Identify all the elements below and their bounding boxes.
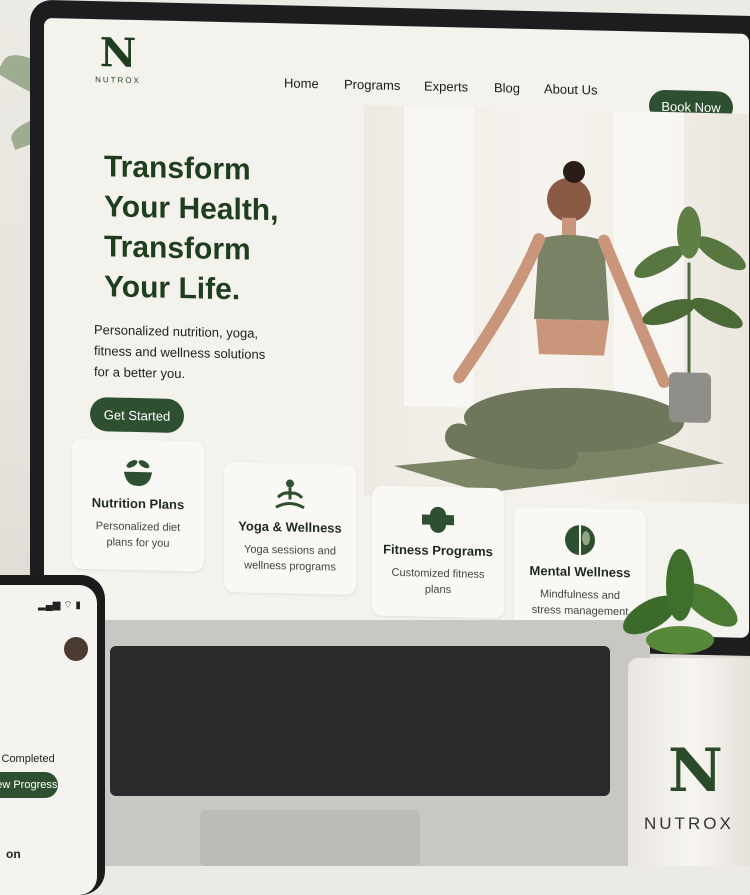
keyboard xyxy=(110,646,610,796)
card-description: Customized fitness plans xyxy=(391,566,485,597)
laptop-base xyxy=(90,620,650,866)
card-title: Yoga & Wellness xyxy=(238,518,342,536)
phone-bottom-text: on xyxy=(6,847,21,861)
phone-screen: ▂▄▆ ⌔ ▮ l Completed View Progress on xyxy=(0,585,97,895)
hero-title-line: Transform xyxy=(104,230,251,267)
card-title: Fitness Programs xyxy=(383,541,493,560)
hero-title-line: Your Life. xyxy=(104,270,241,307)
get-started-button[interactable]: Get Started xyxy=(90,396,184,434)
card-nutrition-plans[interactable]: Nutrition Plans Personalized diet plans … xyxy=(72,438,204,572)
nav-about-us[interactable]: About Us xyxy=(544,81,597,97)
pot-logo-text: NUTROX xyxy=(644,814,734,833)
card-title: Nutrition Plans xyxy=(91,495,185,513)
pot-logo-mark: N xyxy=(668,736,723,806)
card-description: Personalized diet plans for you xyxy=(95,520,181,550)
card-description: Mindfulness and stress management xyxy=(531,588,629,619)
nav-experts[interactable]: Experts xyxy=(424,79,468,95)
trackpad xyxy=(200,810,420,866)
potted-plant-illustration xyxy=(634,206,746,423)
logo-text: NUTROX xyxy=(95,75,141,86)
scene: N NUTROX Home Programs Experts Blog Abou… xyxy=(0,0,750,895)
logo-mark: N xyxy=(99,29,137,78)
hero-title: Transform Your Health, Transform Your Li… xyxy=(104,147,364,313)
nav-programs[interactable]: Programs xyxy=(344,77,400,93)
fitness-icon xyxy=(422,506,454,533)
plant-pot: N NUTROX xyxy=(628,658,750,866)
phone-status-icons: ▂▄▆ ⌔ ▮ xyxy=(38,600,81,611)
phone: ▂▄▆ ⌔ ▮ l Completed View Progress on xyxy=(0,575,105,895)
hero-image xyxy=(364,105,749,504)
brand-logo[interactable]: N NUTROX xyxy=(88,29,148,86)
brain-icon xyxy=(565,525,595,556)
hero-title-line: Transform xyxy=(104,150,251,187)
phone-completed-text: l Completed xyxy=(0,753,55,765)
hero-subtitle-line: for a better you. xyxy=(94,364,186,382)
card-description: Yoga sessions and wellness programs xyxy=(244,543,336,574)
view-progress-button[interactable]: View Progress xyxy=(0,772,58,798)
card-fitness-programs[interactable]: Fitness Programs Customized fitness plan… xyxy=(372,485,504,619)
desk-plant xyxy=(623,549,738,654)
nav-home[interactable]: Home xyxy=(284,75,319,91)
hero-subtitle: Personalized nutrition, yoga, fitness an… xyxy=(94,319,274,386)
avatar[interactable] xyxy=(64,637,88,661)
card-yoga-wellness[interactable]: Yoga & Wellness Yoga sessions and wellne… xyxy=(224,462,356,596)
nav-blog[interactable]: Blog xyxy=(494,80,520,96)
meditation-icon xyxy=(275,479,305,510)
bowl-icon xyxy=(124,460,152,487)
hero-title-line: Your Health, xyxy=(104,190,279,228)
